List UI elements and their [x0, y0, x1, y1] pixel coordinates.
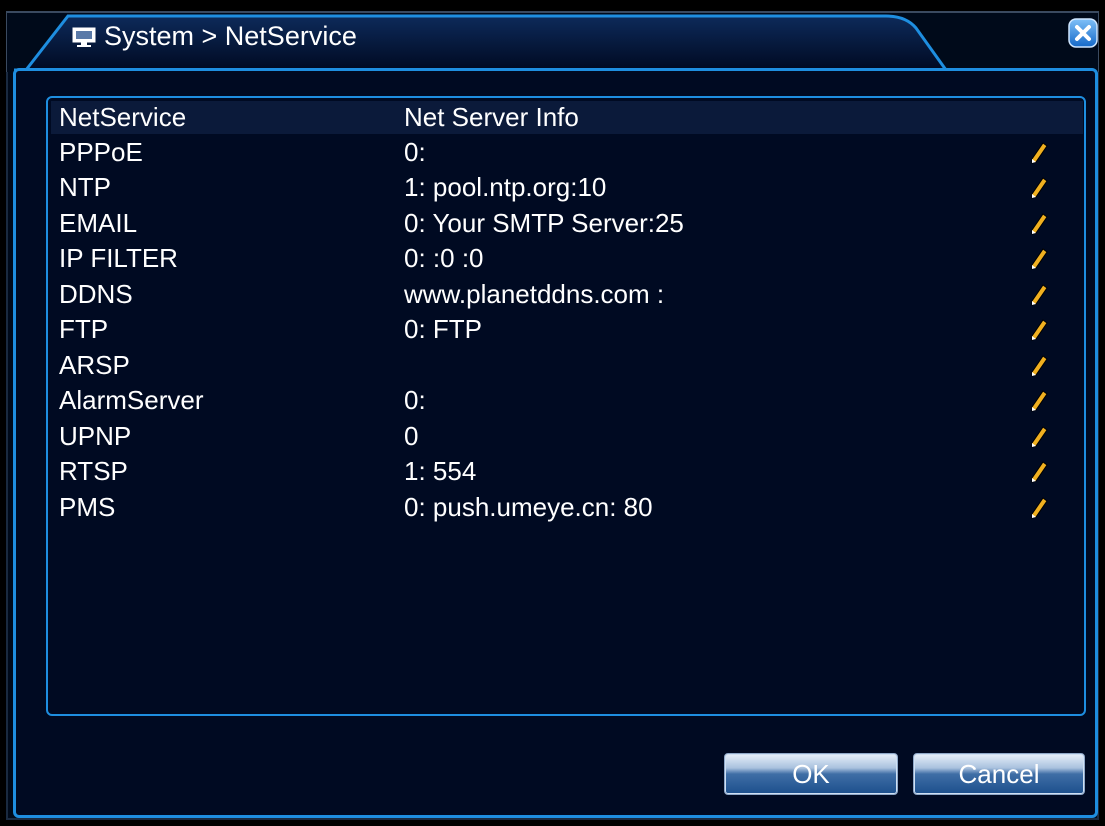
list-row-ip-filter[interactable]: IP FILTER 0: :0 :0: [51, 241, 1083, 276]
list-row-ntp[interactable]: NTP 1: pool.ntp.org:10: [51, 170, 1083, 205]
pencil-icon[interactable]: [1029, 460, 1049, 484]
service-name: FTP: [59, 314, 109, 344]
service-info: 1: pool.ntp.org:10: [404, 172, 607, 202]
service-info: 0: FTP: [404, 314, 483, 344]
pencil-icon[interactable]: [1029, 425, 1049, 449]
list-row-alarmserver[interactable]: AlarmServer 0:: [51, 383, 1083, 418]
ok-button[interactable]: OK: [724, 753, 898, 795]
list-row-pms[interactable]: PMS 0: push.umeye.cn: 80: [51, 490, 1083, 525]
service-name: NTP: [59, 172, 111, 202]
service-name: DDNS: [59, 279, 133, 309]
pencil-icon[interactable]: [1029, 318, 1049, 342]
list-row-ddns[interactable]: DDNS www.planetddns.com :: [51, 277, 1083, 312]
pencil-icon[interactable]: [1029, 354, 1049, 378]
service-info: 0:: [404, 137, 426, 167]
pencil-icon[interactable]: [1029, 247, 1049, 271]
list-row-upnp[interactable]: UPNP 0: [51, 419, 1083, 454]
service-name: UPNP: [59, 421, 132, 451]
service-name: AlarmServer: [59, 385, 204, 415]
service-name: IP FILTER: [59, 243, 178, 273]
pencil-icon[interactable]: [1029, 141, 1049, 165]
cancel-button[interactable]: Cancel: [913, 753, 1085, 795]
service-info: 0: Your SMTP Server:25: [404, 208, 684, 238]
service-name: PPPoE: [59, 137, 143, 167]
service-name: RTSP: [59, 456, 128, 486]
pencil-icon[interactable]: [1029, 283, 1049, 307]
pencil-icon[interactable]: [1029, 389, 1049, 413]
service-name: ARSP: [59, 350, 130, 380]
service-info: www.planetddns.com :: [404, 279, 665, 309]
close-icon[interactable]: [1068, 18, 1098, 48]
service-info: 0:: [404, 385, 426, 415]
pencil-icon[interactable]: [1029, 212, 1049, 236]
service-name: PMS: [59, 492, 116, 522]
list-row-rtsp[interactable]: RTSP 1: 554: [51, 454, 1083, 489]
service-info: 0: push.umeye.cn: 80: [404, 492, 653, 522]
column-header-net-server-info[interactable]: Net Server Info: [404, 101, 579, 134]
list-row-email[interactable]: EMAIL 0: Your SMTP Server:25: [51, 206, 1083, 241]
list-row-ftp[interactable]: FTP 0: FTP: [51, 312, 1083, 347]
service-info: 0: :0 :0: [404, 243, 484, 273]
pencil-icon[interactable]: [1029, 176, 1049, 200]
netservice-dialog: System > NetService NetService Net Serve…: [0, 0, 1105, 826]
service-info: 1: 554: [404, 456, 477, 486]
service-info: 0: [404, 421, 419, 451]
window-title: System > NetService: [104, 21, 357, 51]
column-header-netservice[interactable]: NetService: [59, 101, 186, 134]
pencil-icon[interactable]: [1029, 496, 1049, 520]
list-row-pppoe[interactable]: PPPoE 0:: [51, 135, 1083, 170]
list-row-arsp[interactable]: ARSP: [51, 348, 1083, 383]
netservice-list: NetService Net Server Info PPPoE 0: NTP …: [46, 96, 1086, 716]
service-name: EMAIL: [59, 208, 138, 238]
list-header: NetService Net Server Info: [51, 101, 1083, 134]
monitor-icon: [72, 27, 96, 47]
